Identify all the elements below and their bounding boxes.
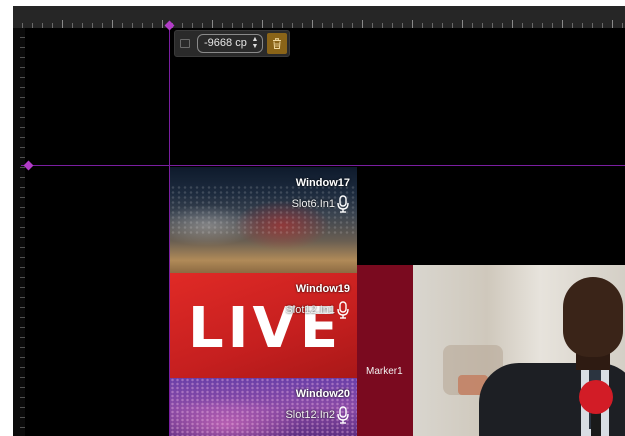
frame-icon[interactable] <box>180 39 190 48</box>
marker-label: Marker1 <box>366 366 403 377</box>
vertical-ruler[interactable] <box>13 28 25 436</box>
trash-icon <box>273 38 281 49</box>
tile-slot: Slot12.In1 <box>285 304 335 316</box>
horizontal-guide-handle[interactable] <box>23 160 34 171</box>
delete-guide-button[interactable] <box>267 33 287 54</box>
guide-offset-input[interactable]: -9668 cp ▲ ▼ <box>197 34 263 53</box>
tile-slot: Slot12.In2 <box>285 409 335 421</box>
tile-slot: Slot6.In1 <box>291 198 335 210</box>
handheld-mic <box>579 380 613 414</box>
window-tile-17[interactable]: Window17 Slot6.In1 <box>170 167 357 273</box>
horizontal-ruler[interactable] <box>13 6 625 28</box>
stepper-icon[interactable]: ▲ ▼ <box>251 36 259 51</box>
reporter-head <box>563 277 623 357</box>
tile-thumbnail <box>170 185 357 235</box>
microphone-icon[interactable] <box>337 406 349 424</box>
horizontal-guide-line[interactable] <box>21 165 625 166</box>
window-tile-20[interactable]: Window20 Slot12.In2 <box>170 378 357 436</box>
microphone-icon[interactable] <box>337 301 349 319</box>
video-preview-reporter[interactable] <box>413 265 625 436</box>
tile-title: Window20 <box>295 388 350 400</box>
guide-toolbar: -9668 cp ▲ ▼ <box>174 30 290 57</box>
marker-block[interactable]: Marker1 <box>357 265 413 436</box>
tile-thumbnail <box>170 378 357 436</box>
canvas-frame: -9668 cp ▲ ▼ Window17 Slot6.In1 LIVE Wind… <box>13 6 625 436</box>
microphone-icon[interactable] <box>337 195 349 213</box>
tile-title: Window17 <box>295 177 350 189</box>
guide-offset-value: -9668 cp <box>204 37 247 49</box>
window-tile-19[interactable]: LIVE Window19 Slot12.In1 <box>170 273 357 378</box>
tile-title: Window19 <box>295 283 350 295</box>
